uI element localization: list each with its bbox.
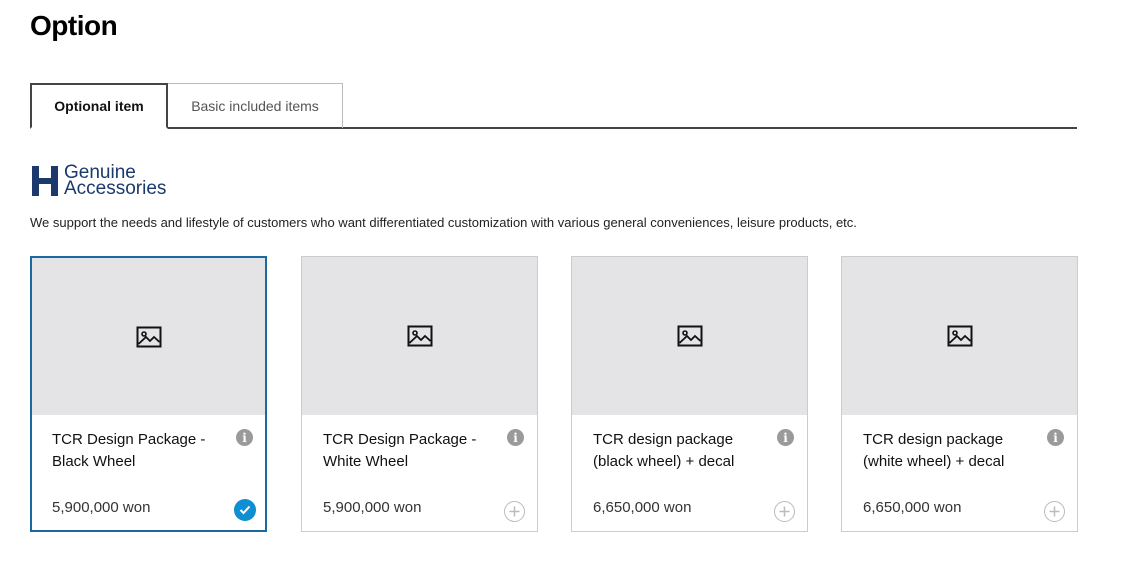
product-price: 5,900,000 won [323,499,422,516]
product-card[interactable]: TCR Design Package - Black Wheel i 5,900… [30,256,267,532]
product-thumbnail [32,258,265,415]
add-plus-icon[interactable] [504,501,525,522]
logo-line-2: Accessories [64,178,167,199]
image-placeholder-icon [677,325,702,347]
genuine-accessories-logo: Genuine Accessories [30,163,167,199]
product-card[interactable]: TCR Design Package - White Wheel i 5,900… [301,256,538,532]
section-description: We support the needs and lifestyle of cu… [30,215,857,230]
logo-text: Genuine Accessories [64,163,167,199]
checkmark-icon[interactable] [234,499,256,521]
product-name: TCR design package (black wheel) + decal [593,431,735,470]
tab-basic-included-items[interactable]: Basic included items [168,83,343,128]
info-icon[interactable]: i [1047,429,1064,446]
product-thumbnail [302,257,537,415]
product-price: 6,650,000 won [593,499,692,516]
option-tabs: Optional item Basic included items [30,83,1077,129]
product-thumbnail [572,257,807,415]
product-price: 6,650,000 won [863,499,962,516]
tab-optional-item[interactable]: Optional item [30,83,168,129]
product-card[interactable]: TCR design package (white wheel) + decal… [841,256,1078,532]
image-placeholder-icon [407,325,432,347]
h-logo-icon [32,166,58,196]
product-thumbnail [842,257,1077,415]
info-icon[interactable]: i [236,429,253,446]
info-icon[interactable]: i [777,429,794,446]
add-plus-icon[interactable] [774,501,795,522]
info-icon[interactable]: i [507,429,524,446]
product-name: TCR Design Package - Black Wheel [52,431,206,470]
page-title: Option [30,10,118,41]
image-placeholder-icon [136,326,161,347]
image-placeholder-icon [947,325,972,347]
product-price: 5,900,000 won [52,499,151,516]
add-plus-icon[interactable] [1044,501,1065,522]
product-card[interactable]: TCR design package (black wheel) + decal… [571,256,808,532]
product-name: TCR design package (white wheel) + decal [863,431,1005,470]
product-name: TCR Design Package - White Wheel [323,431,477,470]
